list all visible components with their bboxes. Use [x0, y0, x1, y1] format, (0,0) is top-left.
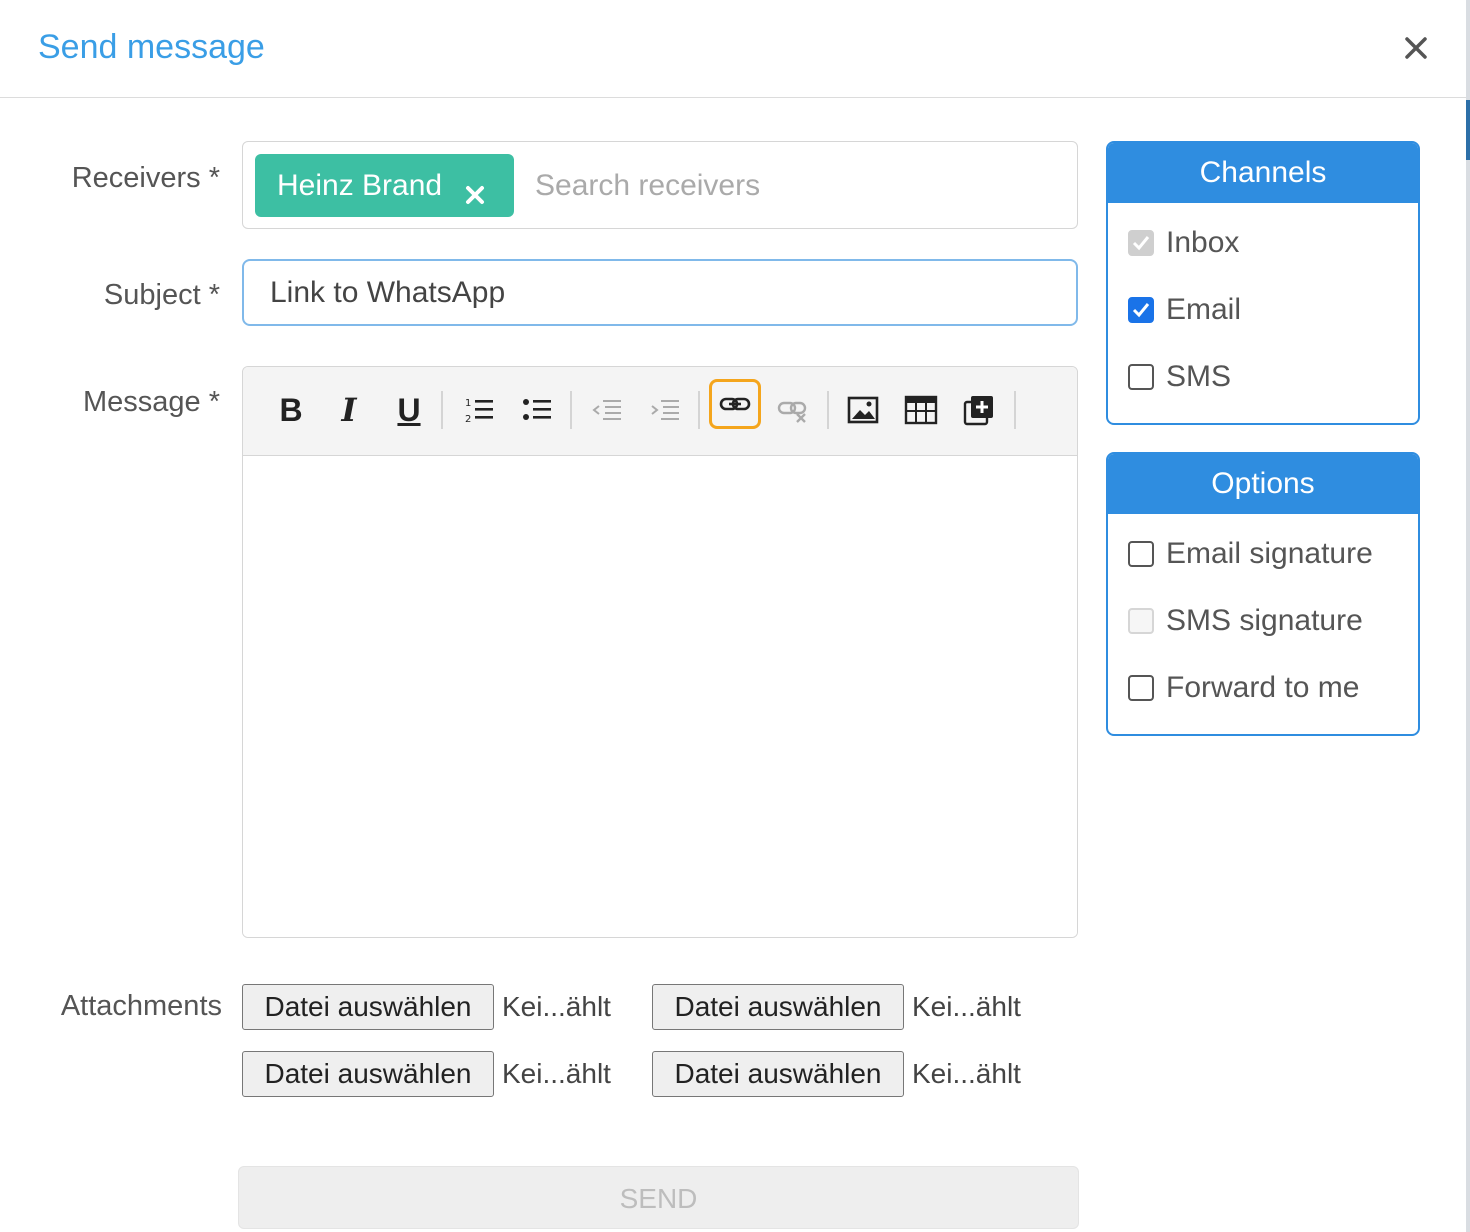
table-icon: [904, 395, 938, 425]
sms-label: SMS: [1166, 360, 1232, 393]
receivers-search-input[interactable]: [533, 154, 1053, 217]
bold-button[interactable]: B: [265, 385, 317, 435]
option-forward-to-me[interactable]: Forward to me: [1128, 668, 1359, 708]
message-label: Message *: [82, 386, 220, 418]
channel-inbox[interactable]: Inbox: [1128, 223, 1239, 263]
option-sms-signature: SMS signature: [1128, 601, 1363, 641]
bullet-list-button[interactable]: [511, 385, 563, 435]
indent-button: [639, 385, 691, 435]
email-signature-label: Email signature: [1166, 537, 1373, 570]
receivers-field[interactable]: Heinz Brand: [242, 141, 1078, 229]
bullet-list-icon: [523, 399, 551, 420]
add-block-icon: [963, 396, 993, 426]
scrollbar-thumb[interactable]: [1466, 100, 1470, 160]
receiver-remove-button[interactable]: [459, 170, 491, 204]
inbox-label: Inbox: [1166, 226, 1240, 259]
options-title: Options: [1108, 454, 1418, 514]
insert-image-button[interactable]: [837, 385, 889, 435]
subject-input[interactable]: [268, 269, 1048, 317]
sms-signature-label: SMS signature: [1166, 604, 1363, 637]
window-edge: [1466, 0, 1470, 1232]
receivers-label: Receivers *: [71, 162, 220, 194]
file-choose-button[interactable]: Datei auswählen: [242, 1051, 494, 1097]
file-status: Kei...ählt: [912, 991, 1021, 1022]
image-icon: [847, 396, 879, 424]
link-icon: [719, 397, 751, 411]
insert-link-button[interactable]: [709, 379, 761, 429]
channels-title: Channels: [1108, 143, 1418, 203]
channels-panel: Channels Inbox Email SMS: [1106, 141, 1420, 425]
file-status: Kei...ählt: [502, 1058, 611, 1089]
dialog-header: Send message: [0, 0, 1466, 98]
sms-signature-checkbox: [1128, 608, 1154, 634]
file-status: Kei...ählt: [912, 1058, 1021, 1089]
file-choose-button[interactable]: Datei auswählen: [652, 984, 904, 1030]
indent-icon: [651, 400, 679, 420]
toolbar-divider: [570, 391, 572, 429]
send-button[interactable]: SEND: [238, 1166, 1079, 1229]
toolbar-divider: [827, 391, 829, 429]
forward-to-me-checkbox[interactable]: [1128, 675, 1154, 701]
attachments-label: Attachments: [60, 990, 222, 1022]
ordered-list-icon: 1 2: [465, 398, 493, 425]
svg-text:1: 1: [465, 398, 471, 409]
italic-icon: I: [341, 391, 357, 429]
close-button[interactable]: [1396, 28, 1436, 68]
insert-table-button[interactable]: [895, 385, 947, 435]
sms-checkbox[interactable]: [1128, 364, 1154, 390]
receiver-chip: Heinz Brand: [255, 154, 514, 217]
file-status: Kei...ählt: [502, 991, 611, 1022]
option-email-signature[interactable]: Email signature: [1128, 534, 1373, 574]
checkmark-icon: [1132, 236, 1150, 251]
file-choose-button[interactable]: Datei auswählen: [652, 1051, 904, 1097]
subject-field[interactable]: [242, 259, 1078, 326]
ordered-list-button[interactable]: 1 2: [453, 385, 505, 435]
close-icon: [1405, 37, 1427, 59]
svg-text:2: 2: [465, 414, 471, 425]
forward-to-me-label: Forward to me: [1166, 671, 1360, 704]
email-checkbox[interactable]: [1128, 297, 1154, 323]
message-body-input[interactable]: [243, 457, 1077, 937]
channel-email[interactable]: Email: [1128, 290, 1241, 330]
options-panel: Options Email signature SMS signature Fo…: [1106, 452, 1420, 736]
channel-sms[interactable]: SMS: [1128, 357, 1231, 397]
subject-label: Subject *: [103, 279, 220, 311]
toolbar-divider: [1014, 391, 1016, 429]
remove-link-button: [767, 385, 819, 435]
checkmark-icon: [1132, 303, 1150, 318]
file-choose-button[interactable]: Datei auswählen: [242, 984, 494, 1030]
toolbar-divider: [698, 391, 700, 429]
toolbar-divider: [441, 391, 443, 429]
close-icon: [466, 186, 484, 204]
inbox-checkbox[interactable]: [1128, 230, 1154, 256]
unlink-icon: [777, 401, 807, 423]
underline-icon: U: [397, 391, 421, 428]
email-label: Email: [1166, 293, 1242, 326]
italic-button[interactable]: I: [323, 385, 375, 435]
outdent-icon: [592, 400, 621, 420]
bold-icon: B: [279, 391, 303, 428]
underline-button[interactable]: U: [383, 385, 435, 435]
receiver-chip-label: Heinz Brand: [277, 169, 443, 202]
outdent-button: [581, 385, 633, 435]
email-signature-checkbox[interactable]: [1128, 541, 1154, 567]
editor-toolbar: B I U 1 2: [243, 367, 1077, 456]
dialog-title: Send message: [38, 28, 265, 66]
insert-block-button[interactable]: [953, 385, 1005, 435]
message-editor: B I U 1 2: [242, 366, 1078, 938]
